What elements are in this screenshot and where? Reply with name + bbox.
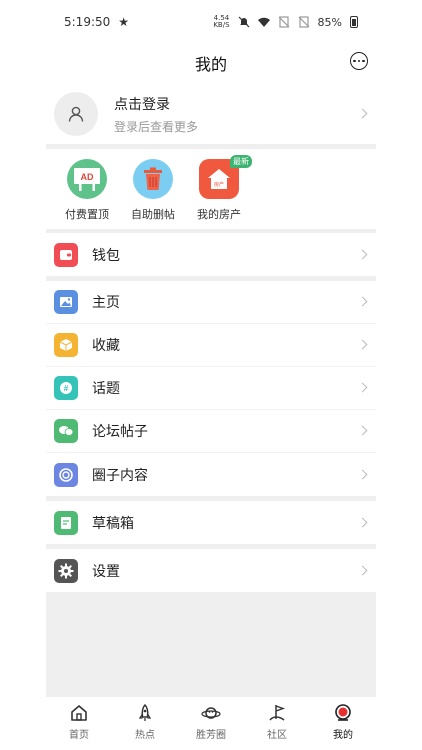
chevron-right-icon (357, 517, 368, 527)
menu-item-home[interactable]: 主页 (46, 281, 376, 324)
menu-item-wallet[interactable]: 钱包 (46, 233, 376, 276)
rocket-icon (138, 703, 152, 721)
no-sim-icon-2 (298, 16, 309, 28)
tab-label: 热点 (135, 730, 155, 741)
chat-icon (54, 419, 78, 443)
billboard-icon: AD (67, 159, 107, 199)
menu-item-topics[interactable]: # 话题 (46, 367, 376, 410)
trash-icon (133, 159, 173, 199)
planet-icon (201, 707, 221, 719)
chevron-right-icon (357, 565, 368, 575)
star-icon: ★ (118, 15, 130, 29)
menu-item-forum-posts[interactable]: 论坛帖子 (46, 410, 376, 453)
quick-actions: AD 付费置顶 自助删帖 房产 最新 我的房产 (46, 149, 376, 229)
quick-label: 自助删帖 (131, 208, 175, 221)
svg-text:AD: AD (81, 172, 94, 182)
box-icon (54, 333, 78, 357)
tab-label: 社区 (267, 730, 287, 741)
tab-home[interactable]: 首页 (46, 697, 112, 747)
chevron-right-icon (357, 249, 368, 259)
login-subtitle: 登录后查看更多 (114, 119, 199, 134)
tab-community[interactable]: 社区 (244, 697, 310, 747)
profile-content: 点击登录 登录后查看更多 AD 付费置顶 自助删帖 房产 最新 我的房产 钱包 … (46, 84, 376, 706)
wifi-icon (257, 17, 270, 27)
hashtag-icon: # (54, 376, 78, 400)
app-bar: 我的 (46, 44, 376, 82)
chevron-right-icon (357, 425, 368, 436)
status-time: 5:19:50 (64, 15, 111, 29)
chevron-right-icon (357, 469, 368, 479)
profile-icon (335, 704, 351, 721)
menu-label: 主页 (92, 295, 120, 311)
mute-bell-icon (238, 16, 249, 28)
chevron-right-icon (357, 108, 368, 119)
wallet-icon (54, 242, 78, 267)
home-icon (71, 705, 87, 721)
tab-hot[interactable]: 热点 (112, 697, 178, 747)
avatar (54, 92, 98, 136)
menu-label: 圈子内容 (92, 467, 148, 484)
chevron-right-icon (357, 382, 368, 393)
login-title: 点击登录 (114, 96, 170, 113)
menu-item-settings[interactable]: 设置 (46, 549, 376, 592)
menu-label: 收藏 (92, 338, 120, 354)
flag-icon (269, 705, 286, 721)
quick-self-delete[interactable]: 自助删帖 (120, 159, 186, 222)
draft-icon (54, 510, 78, 535)
tab-label: 首页 (69, 730, 89, 741)
quick-paid-top[interactable]: AD 付费置顶 (54, 159, 120, 222)
status-bar: 5:19:50 ★ 4.54 KB/S 85% (0, 0, 422, 44)
new-badge: 最新 (230, 155, 252, 168)
menu-item-circle-content[interactable]: 圈子内容 (46, 453, 376, 496)
login-row[interactable]: 点击登录 登录后查看更多 (46, 84, 376, 144)
message-icon[interactable] (350, 52, 368, 70)
tab-mine[interactable]: 我的 (310, 697, 376, 747)
svg-text:房产: 房产 (214, 181, 224, 188)
menu-item-favorites[interactable]: 收藏 (46, 324, 376, 367)
image-icon (54, 290, 78, 314)
gear-icon (54, 558, 78, 583)
tab-label: 我的 (333, 730, 353, 741)
no-sim-icon (278, 16, 289, 28)
empty-area (46, 592, 376, 706)
status-right: 4.54 KB/S 85% (213, 15, 358, 29)
net-speed: 4.54 KB/S (213, 14, 230, 29)
tab-label: 胜芳圈 (196, 730, 226, 741)
battery-percent: 85% (317, 15, 342, 29)
quick-label: 我的房产 (197, 208, 241, 221)
menu-label: 话题 (92, 381, 120, 397)
user-icon (68, 106, 84, 122)
menu-item-drafts[interactable]: 草稿箱 (46, 501, 376, 544)
menu-label: 设置 (92, 563, 120, 580)
page-title: 我的 (194, 55, 227, 74)
quick-label: 付费置顶 (65, 208, 109, 221)
chevron-right-icon (357, 296, 368, 307)
menu-label: 论坛帖子 (92, 424, 148, 440)
circle-icon (54, 462, 78, 487)
menu-label: 草稿箱 (92, 515, 134, 532)
battery-icon (350, 16, 358, 28)
menu-label: 钱包 (92, 247, 120, 264)
chevron-right-icon (357, 339, 368, 350)
svg-text:#: # (64, 384, 69, 393)
bottom-tab-bar: 首页 热点 胜芳圈 社区 我的 (46, 697, 376, 747)
quick-my-property[interactable]: 房产 最新 我的房产 (186, 155, 252, 222)
tab-shengfang-circle[interactable]: 胜芳圈 (178, 697, 244, 747)
